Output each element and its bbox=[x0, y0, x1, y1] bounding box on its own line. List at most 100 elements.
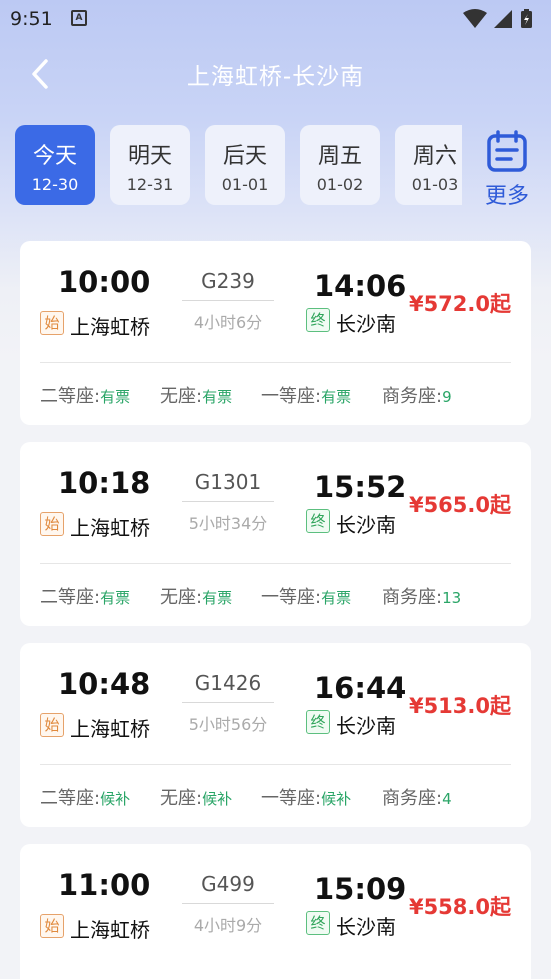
seat-name: 二等座: bbox=[40, 386, 101, 407]
seat-status: 有票 bbox=[100, 589, 131, 607]
departure-time: 10:48 bbox=[58, 667, 151, 701]
date-tab-tomorrow[interactable]: 明天 12-31 bbox=[110, 125, 190, 205]
train-card[interactable]: 10:18 G1301 5小时34分 15:52 始 上海虹桥 终 长沙南 ¥5… bbox=[20, 442, 531, 626]
seat-name: 二等座: bbox=[40, 788, 101, 809]
seat-name: 一等座: bbox=[261, 386, 322, 407]
train-card[interactable]: 10:00 G239 4小时6分 14:06 始 上海虹桥 终 长沙南 ¥572… bbox=[20, 241, 531, 425]
travel-duration: 4小时9分 bbox=[193, 916, 263, 935]
seat-status: 候补 bbox=[321, 790, 352, 808]
seat-status: 4 bbox=[442, 790, 452, 808]
calendar-icon bbox=[487, 130, 527, 172]
date-tab-date: 12-31 bbox=[126, 175, 174, 194]
arrival-station: 长沙南 bbox=[336, 312, 396, 336]
seat-status: 有票 bbox=[100, 388, 131, 406]
arrival-time: 15:52 bbox=[314, 470, 407, 504]
departure-time: 10:00 bbox=[58, 265, 151, 299]
seat-first-class: 一等座:有票 bbox=[261, 583, 351, 609]
page-title: 上海虹桥-长沙南 bbox=[186, 64, 365, 90]
seat-name: 无座: bbox=[160, 587, 203, 608]
date-tab-friday[interactable]: 周五 01-02 bbox=[300, 125, 380, 205]
price: ¥565.0起 bbox=[408, 493, 511, 517]
wifi-icon bbox=[463, 9, 487, 28]
seat-name: 商务座: bbox=[382, 788, 443, 809]
seat-first-class: 一等座:候补 bbox=[261, 784, 351, 810]
seat-name: 商务座: bbox=[382, 587, 443, 608]
seat-status: 有票 bbox=[202, 589, 233, 607]
seat-name: 无座: bbox=[160, 788, 203, 809]
arrival-station: 长沙南 bbox=[336, 513, 396, 537]
notification-icon: A bbox=[71, 10, 87, 26]
terminal-badge: 终 bbox=[306, 911, 330, 935]
date-tab-day-after[interactable]: 后天 01-01 bbox=[205, 125, 285, 205]
travel-duration: 5小时34分 bbox=[188, 514, 268, 533]
divider bbox=[40, 563, 511, 564]
date-tab-saturday[interactable]: 周六 01-03 bbox=[395, 125, 462, 205]
seat-second-class: 二等座:有票 bbox=[40, 382, 130, 408]
seat-second-class: 二等座:候补 bbox=[40, 784, 130, 810]
train-number: G1301 bbox=[194, 470, 262, 494]
arrival-station: 长沙南 bbox=[336, 714, 396, 738]
date-tab-date: 12-30 bbox=[31, 175, 79, 194]
seat-no-seat: 无座:有票 bbox=[160, 382, 232, 408]
train-card[interactable]: 10:48 G1426 5小时56分 16:44 始 上海虹桥 终 长沙南 ¥5… bbox=[20, 643, 531, 827]
origin-badge: 始 bbox=[40, 713, 64, 737]
departure-station: 上海虹桥 bbox=[70, 918, 150, 942]
departure-station: 上海虹桥 bbox=[70, 315, 150, 339]
price: ¥513.0起 bbox=[408, 694, 511, 718]
train-number: G239 bbox=[201, 269, 255, 293]
date-tab-day: 明天 bbox=[127, 144, 172, 169]
signal-icon bbox=[494, 10, 512, 28]
seat-business-class: 商务座:4 bbox=[382, 784, 452, 810]
departure-time: 10:18 bbox=[58, 466, 151, 500]
seat-no-seat: 无座:有票 bbox=[160, 583, 232, 609]
route-line bbox=[182, 300, 274, 301]
price: ¥558.0起 bbox=[408, 895, 511, 919]
divider bbox=[40, 764, 511, 765]
seat-status: 候补 bbox=[202, 790, 233, 808]
date-tab-date: 01-03 bbox=[411, 175, 459, 194]
battery-icon bbox=[521, 9, 532, 28]
date-tab-date: 01-01 bbox=[221, 175, 269, 194]
date-tab-today[interactable]: 今天 12-30 bbox=[15, 125, 95, 205]
arrival-time: 16:44 bbox=[314, 671, 407, 705]
seat-name: 无座: bbox=[160, 386, 203, 407]
more-dates-button[interactable]: 更多 bbox=[476, 128, 538, 209]
train-card[interactable]: 11:00 G499 4小时9分 15:09 始 上海虹桥 终 长沙南 ¥558… bbox=[20, 844, 531, 979]
seat-first-class: 一等座:有票 bbox=[261, 382, 351, 408]
date-tab-day: 周六 bbox=[412, 144, 457, 169]
travel-duration: 5小时56分 bbox=[188, 715, 268, 734]
screen: 9:51 A 上海虹桥-长沙南 今天 12-30 明天 12-31 后天 01-… bbox=[0, 0, 551, 979]
arrival-time: 15:09 bbox=[314, 872, 407, 906]
date-selector: 今天 12-30 明天 12-31 后天 01-01 周五 01-02 周六 0… bbox=[0, 124, 462, 206]
seat-no-seat: 无座:候补 bbox=[160, 784, 232, 810]
date-tab-date: 01-02 bbox=[316, 175, 364, 194]
more-dates-label: 更多 bbox=[484, 184, 529, 209]
train-number: G499 bbox=[201, 872, 255, 896]
train-number: G1426 bbox=[194, 671, 262, 695]
divider bbox=[40, 362, 511, 363]
date-tab-day: 今天 bbox=[32, 144, 77, 169]
route-line bbox=[182, 702, 274, 703]
seat-availability: 二等座:有票 无座:有票 一等座:有票 商务座:9 bbox=[40, 382, 520, 408]
seat-status: 有票 bbox=[321, 589, 352, 607]
seat-name: 一等座: bbox=[261, 788, 322, 809]
seat-business-class: 商务座:13 bbox=[382, 583, 461, 609]
status-time: 9:51 bbox=[10, 8, 53, 30]
seat-name: 一等座: bbox=[261, 587, 322, 608]
origin-badge: 始 bbox=[40, 914, 64, 938]
terminal-badge: 终 bbox=[306, 509, 330, 533]
arrival-station: 长沙南 bbox=[336, 915, 396, 939]
seat-second-class: 二等座:有票 bbox=[40, 583, 130, 609]
terminal-badge: 终 bbox=[306, 710, 330, 734]
origin-badge: 始 bbox=[40, 512, 64, 536]
price: ¥572.0起 bbox=[408, 292, 511, 316]
seat-availability: 二等座:有票 无座:有票 一等座:有票 商务座:13 bbox=[40, 583, 520, 609]
seat-status: 13 bbox=[442, 589, 462, 607]
seat-business-class: 商务座:9 bbox=[382, 382, 452, 408]
seat-name: 商务座: bbox=[382, 386, 443, 407]
seat-name: 二等座: bbox=[40, 587, 101, 608]
status-bar: 9:51 A bbox=[0, 0, 551, 38]
departure-time: 11:00 bbox=[58, 868, 151, 902]
arrival-time: 14:06 bbox=[314, 269, 407, 303]
seat-status: 有票 bbox=[321, 388, 352, 406]
